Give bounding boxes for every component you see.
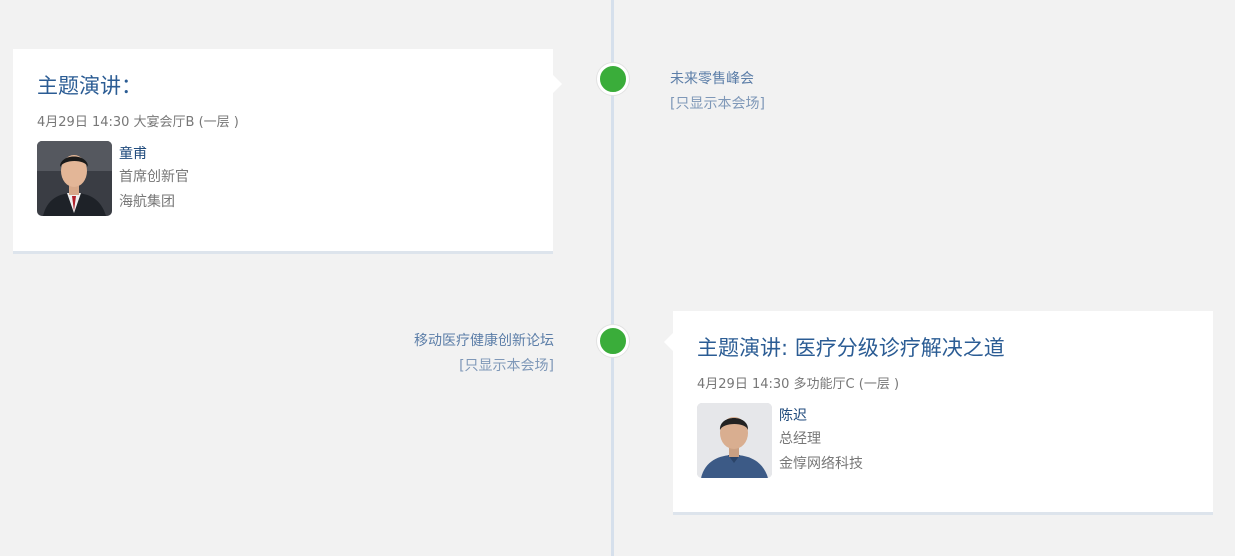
timeline-node [597,325,629,357]
speaker: 童甫 首席创新官 海航集团 [37,141,529,216]
show-session-only-link[interactable]: [只显示本会场] [414,354,554,379]
speaker-title: 总经理 [779,431,821,447]
show-session-only-link[interactable]: [只显示本会场] [670,92,765,117]
speaker-avatar[interactable] [697,403,772,478]
speaker-avatar[interactable] [37,141,112,216]
session-name-link[interactable]: 未来零售峰会 [670,67,765,92]
speaker-title: 首席创新官 [119,169,189,185]
timeline-node [597,63,629,95]
speaker-company: 海航集团 [119,194,175,210]
event-time-location: 4月29日 14:30 大宴会厅B (一层 ) [37,115,239,130]
speaker-company: 金惇网络科技 [779,456,863,472]
event-title[interactable]: 主题演讲: 医疗分级诊疗解决之道 [697,333,1189,363]
speaker: 陈迟 总经理 金惇网络科技 [697,403,1189,478]
event-time-location: 4月29日 14:30 多功能厅C (一层 ) [697,377,900,392]
event-card: 主题演讲: 医疗分级诊疗解决之道 4月29日 14:30 多功能厅C (一层 )… [664,311,1213,515]
session-label: 移动医疗健康创新论坛 [只显示本会场] [414,329,554,379]
speaker-name[interactable]: 童甫 [119,143,189,165]
event-title[interactable]: 主题演讲： [37,71,529,101]
speaker-name[interactable]: 陈迟 [779,405,863,427]
event-card: 主题演讲： 4月29日 14:30 大宴会厅B (一层 ) 童甫 首席创新官 海… [13,49,562,254]
session-name-link[interactable]: 移动医疗健康创新论坛 [414,329,554,354]
session-label: 未来零售峰会 [只显示本会场] [670,67,765,117]
